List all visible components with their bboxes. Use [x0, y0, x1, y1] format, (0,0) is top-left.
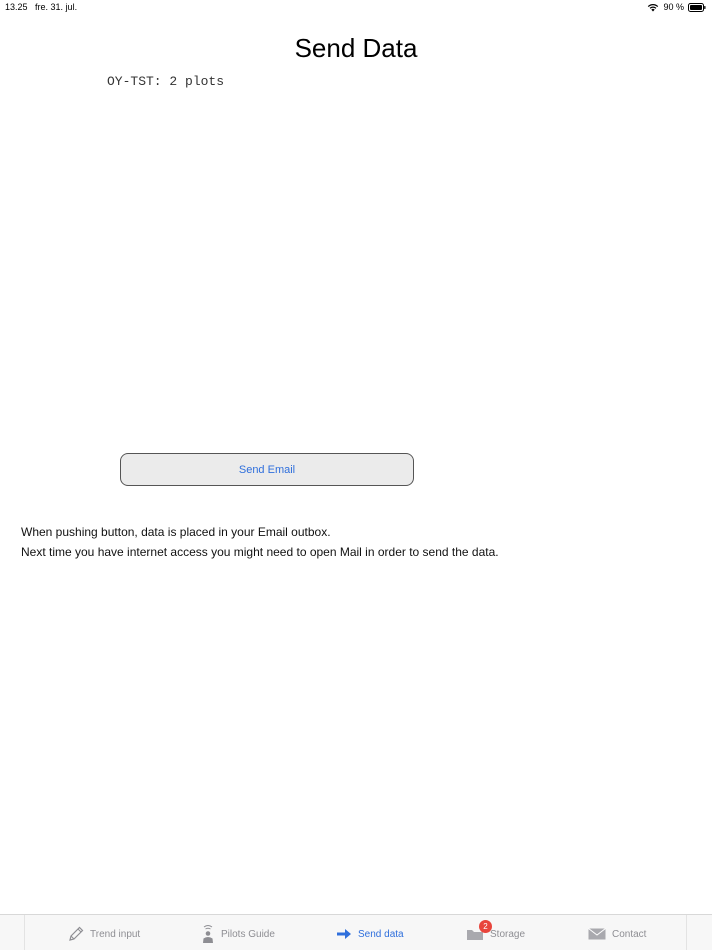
status-date: fre. 31. jul. — [35, 2, 78, 12]
status-time: 13.25 fre. 31. jul. — [5, 2, 77, 12]
tab-label: Trend input — [90, 928, 141, 940]
page-title: Send Data — [294, 33, 418, 63]
tab-bar-divider — [686, 915, 687, 950]
storage-badge: 2 — [479, 920, 492, 933]
tab-label: Contact — [612, 928, 647, 940]
tab-label: Storage — [490, 928, 526, 940]
status-indicators: 90 % — [647, 2, 706, 12]
tab-contact[interactable]: Contact — [588, 922, 646, 946]
battery-percent: 90 % — [663, 2, 684, 12]
wifi-icon — [648, 3, 659, 11]
folder-icon: 2 — [466, 920, 492, 941]
tab-label: Pilots Guide — [221, 928, 275, 940]
pencil-icon — [68, 926, 84, 942]
tab-trend-input[interactable]: Trend input — [68, 922, 140, 946]
tab-storage[interactable]: 2 Storage — [466, 920, 526, 946]
tab-bar: Trend input Pilots Guide Send data 2 Sto… — [0, 914, 712, 950]
info-text-line-2: Next time you have internet access you m… — [21, 545, 499, 559]
tab-bar-divider — [24, 915, 25, 950]
pilot-icon — [201, 924, 215, 944]
tab-send-data[interactable]: Send data — [336, 922, 404, 946]
envelope-icon — [588, 928, 606, 940]
info-text-line-1: When pushing button, data is placed in y… — [21, 525, 331, 539]
send-email-button[interactable]: Send Email — [120, 453, 414, 486]
status-bar: 13.25 fre. 31. jul. 90 % — [0, 0, 712, 16]
tab-pilots-guide[interactable]: Pilots Guide — [201, 922, 275, 946]
arrow-right-icon — [336, 928, 352, 940]
battery-icon — [688, 2, 706, 12]
plots-summary: OY-TST: 2 plots — [107, 74, 225, 89]
tab-label: Send data — [358, 928, 404, 940]
status-clock: 13.25 — [5, 2, 28, 12]
